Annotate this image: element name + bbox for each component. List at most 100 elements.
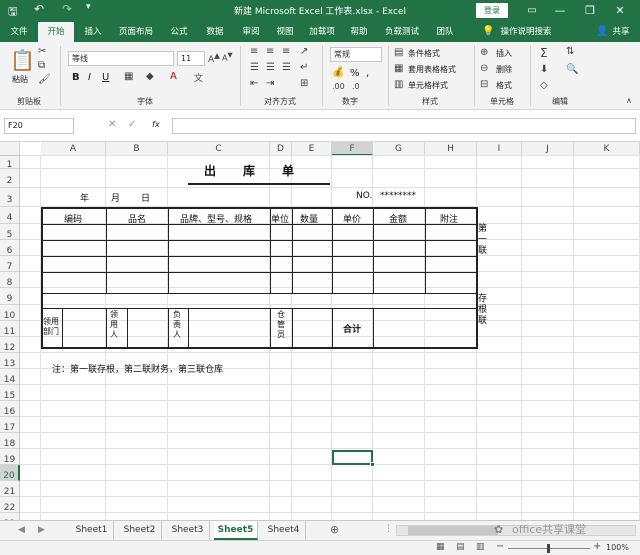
align-top-icon[interactable]: ≡: [250, 46, 258, 57]
share-button[interactable]: 共享: [608, 22, 634, 42]
borders-icon[interactable]: ▦: [124, 71, 133, 82]
autosum-icon[interactable]: Σ: [540, 46, 548, 60]
name-box[interactable]: F20: [4, 118, 74, 134]
increase-indent-icon[interactable]: ⇥: [266, 78, 274, 89]
restore-button[interactable]: ❐: [580, 2, 600, 20]
tab-help[interactable]: 帮助: [344, 22, 374, 42]
row-header-22[interactable]: 22: [0, 497, 20, 513]
grow-font-icon[interactable]: A▲: [208, 51, 220, 65]
row-header-6[interactable]: 6: [0, 240, 20, 256]
tab-addins[interactable]: 加载项: [304, 22, 340, 42]
zoom-slider-thumb[interactable]: [547, 544, 550, 553]
align-center-icon[interactable]: ☰: [266, 62, 275, 73]
formula-input[interactable]: [172, 118, 636, 134]
format-cells-icon[interactable]: ⊟: [480, 79, 488, 90]
shrink-font-icon[interactable]: A▼: [222, 51, 233, 63]
cell-styles-button[interactable]: 单元格样式: [408, 80, 448, 91]
zoom-level[interactable]: 100%: [606, 543, 629, 552]
row-header-16[interactable]: 16: [0, 401, 20, 417]
sheet-tab-3[interactable]: Sheet3: [166, 521, 210, 540]
delete-cells-button[interactable]: 删除: [496, 64, 512, 75]
cut-icon[interactable]: ✂: [38, 46, 46, 57]
close-button[interactable]: ✕: [610, 2, 630, 20]
column-header-c[interactable]: C: [168, 142, 270, 156]
add-sheet-icon[interactable]: ⊕: [330, 523, 339, 536]
insert-cells-icon[interactable]: ⊕: [480, 47, 488, 58]
fill-icon[interactable]: ⬇: [540, 64, 548, 75]
tab-load-test[interactable]: 负载测试: [380, 22, 424, 42]
tell-me-search[interactable]: 操作说明搜索: [496, 22, 556, 42]
align-bottom-icon[interactable]: ≡: [282, 46, 290, 57]
row-header-13[interactable]: 13: [0, 353, 20, 369]
active-cell[interactable]: [332, 450, 373, 465]
enter-icon[interactable]: ✓: [128, 119, 136, 130]
font-color-icon[interactable]: A: [170, 71, 177, 82]
copy-icon[interactable]: ⧉: [38, 60, 45, 71]
font-name-select[interactable]: 等线: [68, 51, 174, 66]
column-header-g[interactable]: G: [373, 142, 425, 156]
sheet-tab-2[interactable]: Sheet2: [118, 521, 162, 540]
number-format-select[interactable]: 常规: [330, 47, 382, 62]
row-header-3[interactable]: 3: [0, 188, 20, 207]
phonetic-icon[interactable]: 文: [194, 71, 203, 84]
tab-home[interactable]: 开始: [38, 22, 74, 42]
ribbon-display-icon[interactable]: ▭: [522, 2, 542, 20]
row-header-11[interactable]: 11: [0, 321, 20, 337]
minimize-button[interactable]: —: [550, 2, 570, 20]
sheet-tab-1[interactable]: Sheet1: [70, 521, 114, 540]
sort-filter-icon[interactable]: ⇅: [566, 46, 574, 57]
insert-cells-button[interactable]: 插入: [496, 48, 512, 59]
zoom-in-icon[interactable]: +: [593, 541, 601, 552]
select-all-corner[interactable]: [0, 142, 20, 156]
column-header-b[interactable]: B: [106, 142, 168, 156]
format-painter-icon[interactable]: 🖌: [38, 74, 51, 85]
normal-view-icon[interactable]: ▦: [436, 542, 445, 552]
collapse-ribbon-icon[interactable]: ∧: [626, 96, 632, 105]
cancel-icon[interactable]: ✕: [108, 119, 116, 130]
align-left-icon[interactable]: ☰: [250, 62, 259, 73]
spreadsheet-grid[interactable]: ABCDEFGHIJK 1 2 3 4 5 6 7 8 9 10 11 12 13 14 15 16 17 18 1…: [0, 142, 640, 520]
row-header-21[interactable]: 21: [0, 481, 20, 497]
tab-split-icon[interactable]: ⋮: [384, 524, 393, 534]
row-header-1[interactable]: 1: [0, 156, 20, 170]
conditional-format-button[interactable]: 条件格式: [408, 48, 440, 59]
format-cells-button[interactable]: 格式: [496, 80, 512, 91]
tab-insert[interactable]: 插入: [78, 22, 108, 42]
scrollbar-thumb[interactable]: [408, 526, 498, 535]
login-button[interactable]: 登录: [476, 3, 508, 18]
page-break-view-icon[interactable]: ▥: [476, 542, 485, 552]
row-header-17[interactable]: 17: [0, 417, 20, 433]
insert-function-button[interactable]: fx: [152, 120, 160, 129]
column-header-k[interactable]: K: [574, 142, 640, 156]
column-header-e[interactable]: E: [292, 142, 332, 156]
tab-team[interactable]: 团队: [430, 22, 460, 42]
column-header-h[interactable]: H: [425, 142, 477, 156]
find-select-icon[interactable]: 🔍: [566, 64, 578, 75]
wrap-text-icon[interactable]: ↵: [300, 62, 308, 73]
cell-style-icon[interactable]: ▥: [394, 79, 403, 90]
tab-view[interactable]: 视图: [270, 22, 300, 42]
page-layout-view-icon[interactable]: ▤: [456, 542, 465, 552]
italic-button[interactable]: I: [88, 72, 91, 83]
row-header-15[interactable]: 15: [0, 385, 20, 401]
underline-button[interactable]: U: [102, 72, 109, 83]
row-header-2[interactable]: 2: [0, 169, 20, 188]
row-header-4[interactable]: 4: [0, 207, 20, 224]
column-header-a[interactable]: A: [41, 142, 106, 156]
row-header-12[interactable]: 12: [0, 337, 20, 353]
row-header-18[interactable]: 18: [0, 433, 20, 449]
tab-file[interactable]: 文件: [4, 22, 34, 42]
sheet-tab-4[interactable]: Sheet4: [262, 521, 306, 540]
row-header-10[interactable]: 10: [0, 305, 20, 321]
percent-button[interactable]: %: [350, 68, 360, 79]
row-header-9[interactable]: 9: [0, 288, 20, 305]
row-header-5[interactable]: 5: [0, 224, 20, 240]
orientation-icon[interactable]: ↗: [300, 46, 308, 57]
tab-formulas[interactable]: 公式: [164, 22, 194, 42]
paste-icon[interactable]: 📋: [10, 48, 35, 72]
clear-icon[interactable]: ◇: [540, 80, 548, 91]
column-header-f[interactable]: F: [332, 142, 373, 156]
column-header-i[interactable]: I: [477, 142, 522, 156]
delete-cells-icon[interactable]: ⊖: [480, 63, 488, 74]
decrease-indent-icon[interactable]: ⇤: [250, 78, 258, 89]
